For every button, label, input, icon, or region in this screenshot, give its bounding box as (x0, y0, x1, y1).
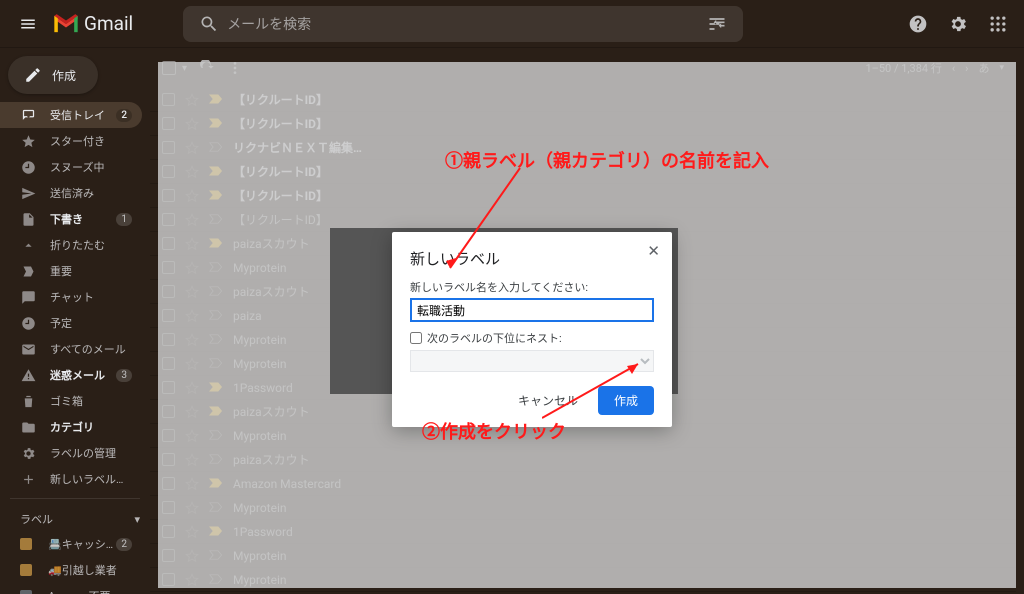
sidebar-item-label: 下書き (50, 211, 116, 227)
manage-icon (20, 445, 36, 461)
sidebar-item-snooze[interactable]: スヌーズ中 (0, 154, 142, 180)
sidebar-item-send[interactable]: 送信済み (0, 180, 142, 206)
label-color-icon (20, 564, 32, 576)
label-color-icon (20, 590, 32, 594)
app-header: Gmail (0, 0, 1024, 48)
hamburger-icon (19, 15, 37, 33)
sidebar-item-label: スター付き (50, 133, 132, 149)
sidebar-label-text: 📇キャッシュカード... (48, 536, 116, 552)
spam-icon (20, 367, 36, 383)
cancel-button[interactable]: キャンセル (508, 386, 588, 415)
sidebar-item-label: 受信トレイ (50, 107, 116, 123)
sidebar-item-label: ラベルの管理 (50, 445, 132, 461)
nest-checkbox[interactable] (410, 332, 422, 344)
chevron-down-icon: ▾ (134, 513, 140, 526)
parent-label-select (410, 350, 654, 372)
category-icon (20, 419, 36, 435)
sidebar-item-label: 送信済み (50, 185, 132, 201)
collapse-icon (20, 237, 36, 253)
sidebar-label[interactable]: 🚚引越し業者 (0, 557, 142, 583)
sidebar-item-create[interactable]: 新しいラベルを作成 (0, 466, 142, 492)
label-color-icon (20, 538, 32, 550)
dialog-close-button[interactable]: ✕ (647, 242, 660, 260)
star-icon (20, 133, 36, 149)
sidebar-item-chat[interactable]: チャット (0, 284, 142, 310)
gmail-m-icon (52, 13, 80, 35)
trash-icon (20, 393, 36, 409)
apps-grid-icon (988, 14, 1008, 34)
chat-icon (20, 289, 36, 305)
draft-icon (20, 211, 36, 227)
sidebar-item-label: 折りたたむ (50, 237, 132, 253)
new-label-dialog: ✕ 新しいラベル 新しいラベル名を入力してください: 次のラベルの下位にネスト:… (392, 232, 672, 427)
compose-label: 作成 (52, 67, 76, 84)
snooze-icon (20, 159, 36, 175)
sidebar-item-label: チャット (50, 289, 132, 305)
labels-section-header[interactable]: ラベル ▾ (0, 505, 150, 531)
sidebar-label-count: 2 (116, 538, 132, 551)
sidebar-item-important[interactable]: 重要 (0, 258, 142, 284)
settings-button[interactable] (940, 6, 976, 42)
nest-label: 次のラベルの下位にネスト: (427, 330, 562, 346)
sidebar-label-text: Amazon不要 (48, 588, 132, 594)
sidebar-divider (10, 498, 140, 499)
sidebar-item-manage[interactable]: ラベルの管理 (0, 440, 142, 466)
pencil-icon (24, 66, 42, 84)
sidebar-item-draft[interactable]: 下書き1 (0, 206, 142, 232)
compose-button[interactable]: 作成 (8, 56, 98, 94)
gmail-logo-text: Gmail (84, 12, 133, 35)
apps-button[interactable] (980, 6, 1016, 42)
schedule-icon (20, 315, 36, 331)
allmail-icon (20, 341, 36, 357)
sidebar-item-allmail[interactable]: すべてのメール (0, 336, 142, 362)
labels-section-title: ラベル (20, 511, 53, 527)
sidebar-item-label: カテゴリ (50, 419, 132, 435)
tune-icon[interactable] (707, 14, 727, 34)
gmail-logo[interactable]: Gmail (52, 12, 133, 35)
sidebar-item-label: 重要 (50, 263, 132, 279)
sidebar-item-star[interactable]: スター付き (0, 128, 142, 154)
dialog-prompt: 新しいラベル名を入力してください: (410, 279, 654, 295)
sidebar-item-label: すべてのメール (50, 341, 132, 357)
search-bar[interactable] (183, 6, 743, 42)
nest-checkbox-row[interactable]: 次のラベルの下位にネスト: (410, 330, 654, 346)
sidebar-label[interactable]: 📇キャッシュカード...2 (0, 531, 142, 557)
search-icon (199, 14, 219, 34)
inbox-icon (20, 107, 36, 123)
sidebar-item-label: 迷惑メール (50, 367, 116, 383)
help-button[interactable] (900, 6, 936, 42)
sidebar-item-label: 予定 (50, 315, 132, 331)
sidebar-item-count: 2 (116, 109, 132, 122)
label-name-input[interactable] (410, 298, 654, 322)
sidebar-item-inbox[interactable]: 受信トレイ2 (0, 102, 142, 128)
send-icon (20, 185, 36, 201)
gear-icon (948, 14, 968, 34)
important-icon (20, 263, 36, 279)
header-actions (900, 6, 1016, 42)
hamburger-menu-button[interactable] (8, 4, 48, 44)
sidebar-item-label: スヌーズ中 (50, 159, 132, 175)
search-input[interactable] (227, 16, 699, 32)
sidebar-item-count: 3 (116, 369, 132, 382)
sidebar-label[interactable]: Amazon不要 (0, 583, 142, 594)
sidebar-item-label: ゴミ箱 (50, 393, 132, 409)
sidebar-item-trash[interactable]: ゴミ箱 (0, 388, 142, 414)
sidebar-item-spam[interactable]: 迷惑メール3 (0, 362, 142, 388)
create-button[interactable]: 作成 (598, 386, 654, 415)
sidebar-item-collapse[interactable]: 折りたたむ (0, 232, 142, 258)
sidebar-item-label: 新しいラベルを作成 (50, 471, 132, 487)
help-icon (908, 14, 928, 34)
sidebar-item-category[interactable]: カテゴリ (0, 414, 142, 440)
sidebar: 作成 受信トレイ2スター付きスヌーズ中送信済み下書き1折りたたむ重要チャット予定… (0, 48, 150, 594)
sidebar-item-count: 1 (116, 213, 132, 226)
create-icon (20, 471, 36, 487)
sidebar-item-schedule[interactable]: 予定 (0, 310, 142, 336)
sidebar-label-text: 🚚引越し業者 (48, 562, 132, 578)
dialog-title: 新しいラベル (410, 248, 654, 269)
